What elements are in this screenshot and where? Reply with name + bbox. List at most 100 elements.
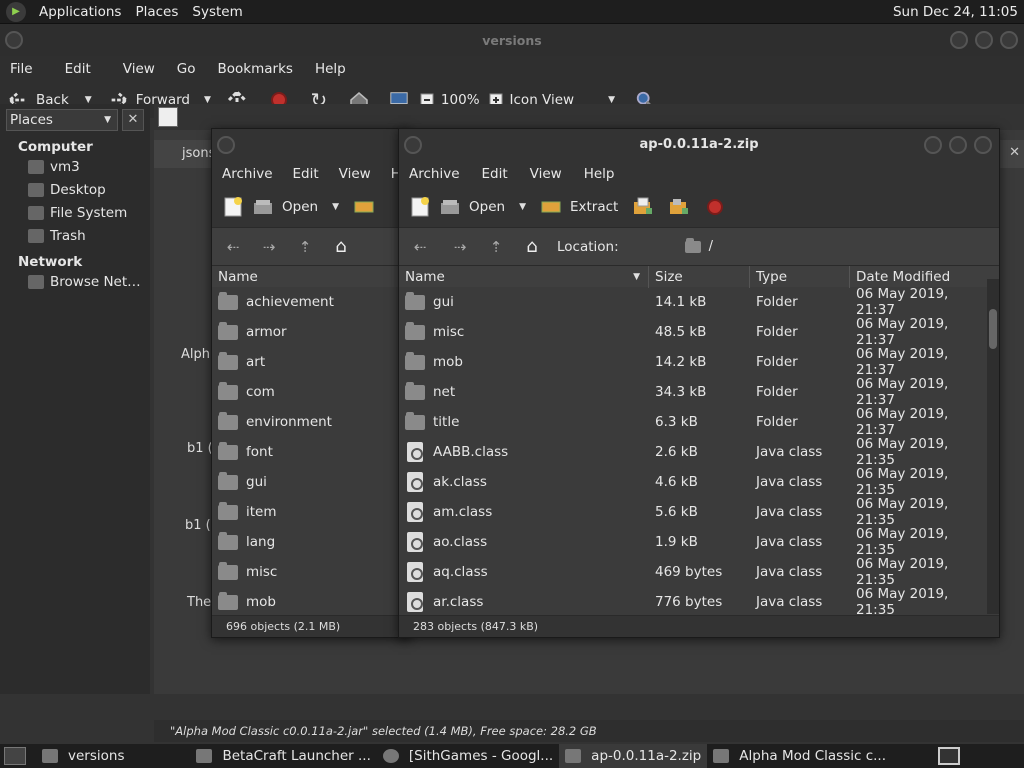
window-menu-button[interactable] — [217, 136, 235, 154]
list-item[interactable]: font — [212, 437, 410, 467]
list-item[interactable]: com — [212, 377, 410, 407]
close-button[interactable] — [974, 136, 992, 154]
table-row[interactable]: mob 14.2 kB Folder 06 May 2019, 21:37 — [399, 346, 999, 378]
panel-menu-system[interactable]: System — [185, 4, 249, 20]
column-header-date-modified[interactable]: Date Modified — [850, 266, 986, 288]
edit-location-icon[interactable] — [158, 107, 178, 127]
toolbar: Open ▼ Extract — [399, 187, 999, 227]
table-row[interactable]: ar.class 776 bytes Java class 06 May 2019, … — [399, 586, 999, 617]
file-label[interactable]: Alph — [181, 347, 210, 362]
sidebar-item-file-system[interactable]: File System — [0, 201, 150, 224]
menu-view[interactable]: View — [329, 166, 381, 182]
task-chrome[interactable]: [SithGames - Googl... — [377, 744, 559, 768]
list-item[interactable]: gui — [212, 467, 410, 497]
add-folder-icon[interactable] — [668, 197, 690, 217]
open-button[interactable]: Open ▼ — [252, 197, 339, 217]
window-titlebar[interactable] — [212, 129, 410, 161]
back-arrow-icon[interactable]: ⇠ — [222, 236, 244, 258]
table-row[interactable]: net 34.3 kB Folder 06 May 2019, 21:37 — [399, 376, 999, 408]
location-field[interactable]: / — [684, 237, 713, 254]
vertical-scrollbar[interactable] — [987, 279, 999, 614]
menu-go[interactable]: Go — [165, 61, 206, 77]
close-button[interactable] — [1000, 31, 1018, 49]
column-header-type[interactable]: Type — [750, 265, 850, 288]
sidebar-item-trash[interactable]: Trash — [0, 224, 150, 247]
list-item[interactable]: achievement — [212, 287, 410, 317]
stop-icon[interactable] — [704, 197, 726, 217]
menu-archive[interactable]: Archive — [212, 166, 283, 182]
item-name: item — [246, 504, 277, 520]
list-item[interactable]: mob — [212, 587, 410, 617]
column-header-size[interactable]: Size — [649, 265, 750, 288]
new-archive-icon[interactable] — [409, 197, 431, 217]
extract-button[interactable]: Extract — [540, 197, 618, 217]
list-item[interactable]: environment — [212, 407, 410, 437]
table-row[interactable]: am.class 5.6 kB Java class 06 May 2019, 21:… — [399, 496, 999, 528]
maximize-button[interactable] — [949, 136, 967, 154]
open-dropdown-icon[interactable]: ▼ — [519, 202, 526, 212]
table-row[interactable]: ak.class 4.6 kB Java class 06 May 2019, 21:… — [399, 466, 999, 498]
sidebar-item-desktop[interactable]: Desktop — [0, 178, 150, 201]
menu-file[interactable]: File — [0, 61, 43, 77]
window-titlebar[interactable]: versions — [0, 24, 1024, 56]
task-archive-manager[interactable]: ap-0.0.11a-2.zip — [559, 744, 708, 768]
table-row[interactable]: gui 14.1 kB Folder 06 May 2019, 21:37 — [399, 287, 999, 318]
show-desktop-icon[interactable] — [4, 747, 26, 765]
sidebar-type-select[interactable]: Places ▼ — [6, 109, 118, 131]
panel-menu-places[interactable]: Places — [128, 4, 185, 20]
file-label[interactable]: The — [187, 595, 211, 610]
open-dropdown-icon[interactable]: ▼ — [332, 202, 339, 212]
minimize-button[interactable] — [950, 31, 968, 49]
table-row[interactable]: title 6.3 kB Folder 06 May 2019, 21:37 — [399, 406, 999, 438]
workspace-switcher-icon[interactable] — [938, 747, 960, 765]
open-button[interactable]: Open ▼ — [439, 197, 526, 217]
home-icon[interactable]: ⌂ — [330, 236, 352, 258]
cell-type: Folder — [756, 384, 798, 400]
menu-view[interactable]: View — [101, 61, 165, 77]
forward-arrow-icon[interactable]: ⇢ — [449, 236, 471, 258]
extract-icon[interactable] — [353, 197, 375, 217]
column-header-name[interactable]: Name — [212, 265, 402, 288]
forward-arrow-icon[interactable]: ⇢ — [258, 236, 280, 258]
up-arrow-icon[interactable]: ⇡ — [485, 236, 507, 258]
table-row[interactable]: aq.class 469 bytes Java class 06 May 2019, … — [399, 556, 999, 588]
new-archive-icon[interactable] — [222, 197, 244, 217]
minimize-button[interactable] — [924, 136, 942, 154]
sidebar-item-browse-network[interactable]: Browse Net… — [0, 270, 150, 293]
menu-view[interactable]: View — [518, 166, 572, 182]
tab-close-icon[interactable]: ✕ — [1009, 145, 1020, 160]
list-item[interactable]: misc — [212, 557, 410, 587]
home-icon[interactable]: ⌂ — [521, 236, 543, 258]
table-row[interactable]: ao.class 1.9 kB Java class 06 May 2019, 21:… — [399, 526, 999, 558]
panel-clock[interactable]: Sun Dec 24, 11:05 — [893, 4, 1018, 20]
distro-logo-icon[interactable]: ▶ — [6, 1, 26, 22]
maximize-button[interactable] — [975, 31, 993, 49]
list-item[interactable]: item — [212, 497, 410, 527]
menu-help[interactable]: Help — [303, 61, 356, 77]
sidebar-close-icon[interactable]: ✕ — [122, 109, 144, 131]
up-arrow-icon[interactable]: ⇡ — [294, 236, 316, 258]
menu-help[interactable]: Help — [572, 166, 625, 182]
window-titlebar[interactable]: ap-0.0.11a-2.zip — [399, 129, 999, 161]
back-arrow-icon[interactable]: ⇠ — [409, 236, 431, 258]
menu-edit[interactable]: Edit — [43, 61, 101, 77]
scrollbar-thumb[interactable] — [989, 309, 997, 349]
table-row[interactable]: AABB.class 2.6 kB Java class 06 May 2019, 2… — [399, 436, 999, 468]
file-label[interactable]: b1 ( — [187, 441, 213, 456]
task-versions[interactable]: versions — [36, 744, 130, 768]
task-betacraft[interactable]: BetaCraft Launcher ... — [190, 744, 376, 768]
menu-edit[interactable]: Edit — [283, 166, 329, 182]
column-header-name[interactable]: Name ▼ — [399, 265, 649, 288]
list-item[interactable]: armor — [212, 317, 410, 347]
add-files-icon[interactable] — [632, 197, 654, 217]
table-row[interactable]: misc 48.5 kB Folder 06 May 2019, 21:37 — [399, 316, 999, 348]
menu-edit[interactable]: Edit — [470, 166, 518, 182]
list-item[interactable]: lang — [212, 527, 410, 557]
menu-bookmarks[interactable]: Bookmarks — [206, 61, 303, 77]
sidebar-item-vm3[interactable]: vm3 — [0, 155, 150, 178]
task-alpha-mod[interactable]: Alpha Mod Classic c... — [707, 744, 892, 768]
menu-archive[interactable]: Archive — [399, 166, 470, 182]
list-item[interactable]: art — [212, 347, 410, 377]
java-class-file-icon — [407, 442, 423, 462]
panel-menu-applications[interactable]: Applications — [32, 4, 128, 20]
